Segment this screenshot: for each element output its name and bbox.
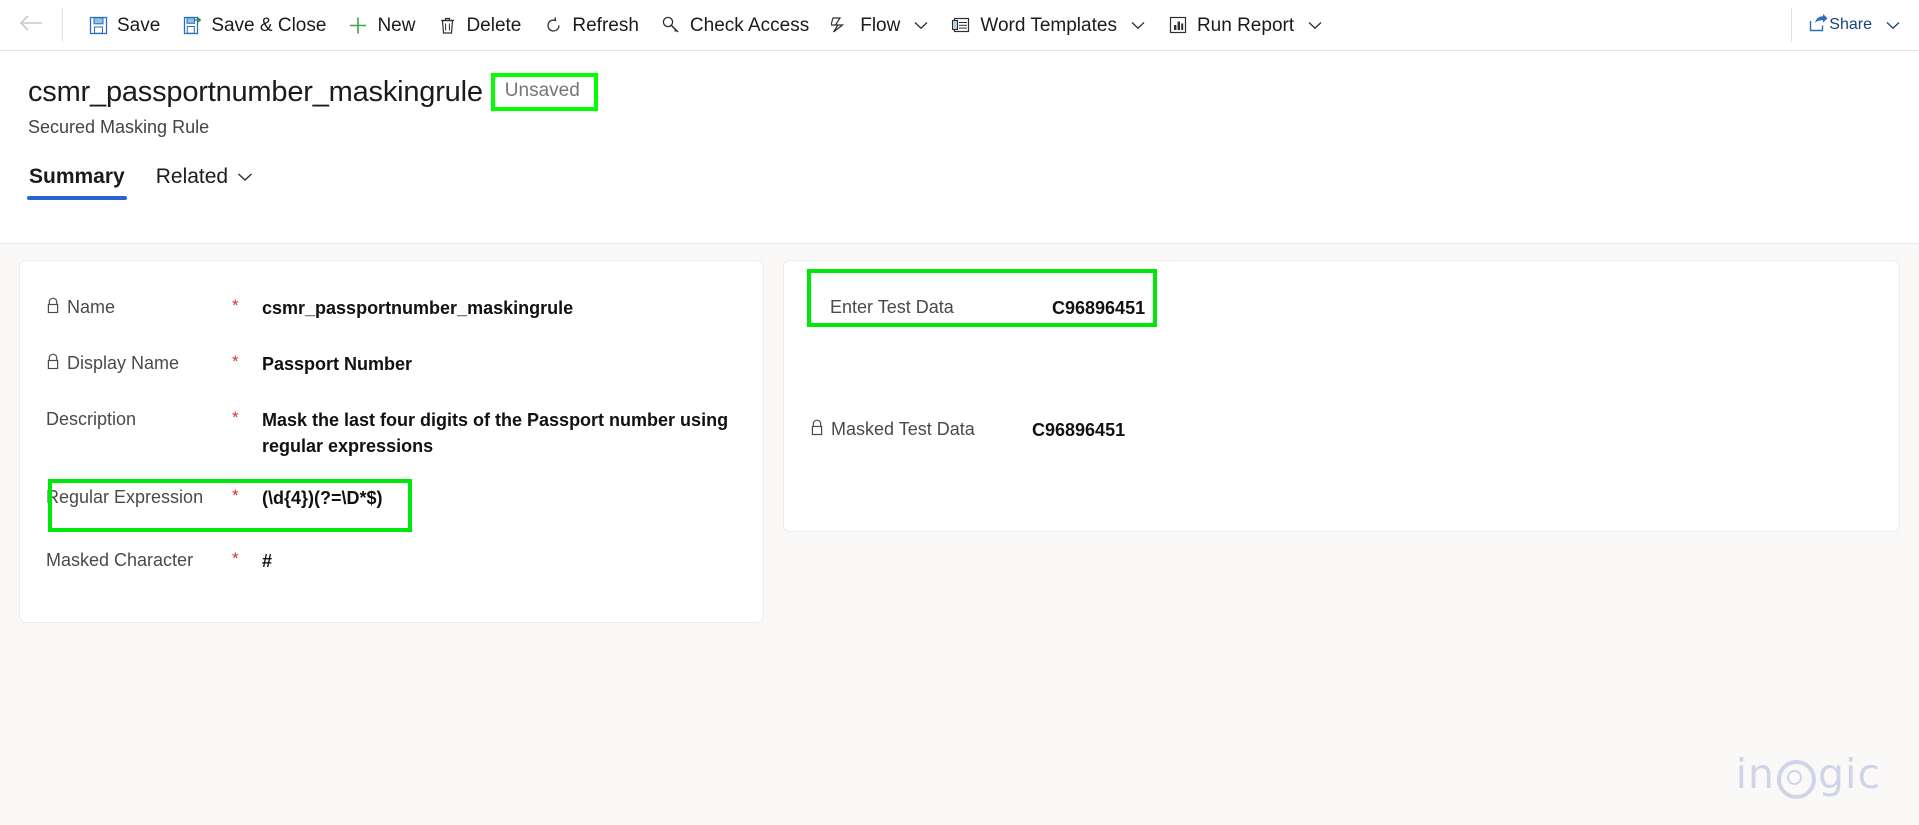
lock-icon [46,297,60,314]
title-row: csmr_passportnumber_maskingrule Unsaved [28,73,1919,111]
chevron-down-icon[interactable] [237,169,253,185]
run-report-icon [1168,15,1188,35]
share-icon [1808,13,1829,38]
field-label-masked-character-text: Masked Character [46,550,194,570]
chevron-down-icon[interactable] [913,17,929,33]
field-label-masked-test-data: Masked Test Data [810,409,1032,440]
unsaved-status-annotation: Unsaved [490,73,598,111]
field-row-masked-test-data[interactable]: Masked Test Data C96896451 [784,409,1899,465]
save-and-close-button[interactable]: Save & Close [171,0,337,51]
field-label-masked-character: Masked Character [46,540,232,571]
lock-icon [46,353,60,370]
refresh-button-label: Refresh [572,14,639,36]
field-row-enter-test-data[interactable]: Enter Test Data C96896451 [784,287,1899,343]
required-indicator: * [232,352,239,371]
save-button-label: Save [117,14,161,36]
form-sections: Name * csmr_passportnumber_maskingrule D… [0,244,1919,623]
field-label-name: Name [46,287,232,318]
record-header: csmr_passportnumber_maskingrule Unsaved … [0,51,1919,138]
check-access-button[interactable]: Check Access [650,0,820,51]
save-floppy-icon [88,15,108,35]
field-value-masked-test-data: C96896451 [1032,420,1126,440]
entity-name-label: Secured Masking Rule [28,117,210,137]
tab-related[interactable]: Related [154,165,255,200]
share-button[interactable]: Share [1792,0,1919,51]
share-group: Share [1792,0,1919,51]
tab-summary-label: Summary [29,165,125,188]
field-row-masked-character[interactable]: Masked Character * # [20,540,763,596]
required-indicator: * [232,296,239,315]
field-label-name-text: Name [67,297,116,317]
save-and-close-icon [182,15,202,35]
field-label-enter-test-data-text: Enter Test Data [830,297,954,317]
field-row-name[interactable]: Name * csmr_passportnumber_maskingrule [20,287,763,343]
word-templates-label: Word Templates [980,14,1117,36]
general-section-card: Name * csmr_passportnumber_maskingrule D… [19,260,764,623]
inogic-watermark: in gic [1735,750,1881,799]
word-template-icon [951,15,971,35]
watermark-text-after: gic [1818,750,1881,798]
field-row-description[interactable]: Description * Mask the last four digits … [20,399,763,477]
delete-button-label: Delete [466,14,522,36]
save-button[interactable]: Save [77,0,171,51]
key-icon [661,15,681,35]
run-report-label: Run Report [1196,14,1295,36]
back-arrow-icon [18,13,44,38]
chevron-down-icon[interactable] [1130,17,1146,33]
field-label-display-name: Display Name [46,343,232,374]
tab-summary[interactable]: Summary [27,165,127,200]
command-bar-buttons: Save Save & Close New Delete Refresh Che… [63,0,1791,51]
field-label-enter-test-data: Enter Test Data [830,287,1052,318]
field-value-display-name: Passport Number [262,354,413,374]
test-data-section-card: Enter Test Data C96896451 Masked Test Da… [783,260,1900,532]
run-report-button[interactable]: Run Report [1157,0,1334,51]
tab-related-label: Related [155,165,229,188]
field-label-display-name-text: Display Name [67,353,180,373]
chevron-down-icon[interactable] [1307,17,1323,33]
command-bar: Save Save & Close New Delete Refresh Che… [0,0,1919,51]
field-label-description-text: Description [46,409,137,429]
flow-icon [831,15,851,35]
check-access-label: Check Access [689,14,810,36]
plus-icon [348,15,368,35]
watermark-text-before: in [1735,750,1776,798]
field-label-masked-test-data-text: Masked Test Data [831,419,975,439]
field-row-regular-expression[interactable]: Regular Expression * (\d{4})(?=\D*$) [20,477,763,540]
share-button-label: Share [1829,16,1872,33]
flow-button[interactable]: Flow [820,0,940,51]
form-canvas: Name * csmr_passportnumber_maskingrule D… [0,243,1919,825]
field-value-regular-expression: (\d{4})(?=\D*$) [262,488,383,508]
field-value-enter-test-data: C96896451 [1052,298,1146,318]
refresh-button[interactable]: Refresh [532,0,650,51]
field-value-name: csmr_passportnumber_maskingrule [262,298,574,318]
delete-button[interactable]: Delete [426,0,532,51]
required-indicator: * [232,486,239,505]
field-row-display-name[interactable]: Display Name * Passport Number [20,343,763,399]
back-button[interactable] [0,0,62,51]
lock-icon [810,419,824,436]
field-label-regular-expression-text: Regular Expression [46,487,204,507]
new-button-label: New [377,14,416,36]
watermark-o-icon [1777,759,1817,799]
page-title: csmr_passportnumber_maskingrule [28,76,483,108]
word-templates-button[interactable]: Word Templates [940,0,1157,51]
field-label-description: Description [46,399,232,430]
new-button[interactable]: New [337,0,426,51]
flow-button-label: Flow [860,14,901,36]
tab-strip: Summary Related [0,158,1919,200]
field-value-masked-character: # [262,551,273,571]
required-indicator: * [232,408,239,427]
trash-icon [437,15,457,35]
required-indicator: * [232,549,239,568]
save-and-close-label: Save & Close [211,14,327,36]
field-value-description: Mask the last four digits of the Passpor… [262,410,729,456]
status-badge: Unsaved [504,80,580,101]
refresh-icon [543,15,563,35]
chevron-down-icon[interactable] [1885,17,1901,33]
field-label-regular-expression: Regular Expression [46,477,232,508]
